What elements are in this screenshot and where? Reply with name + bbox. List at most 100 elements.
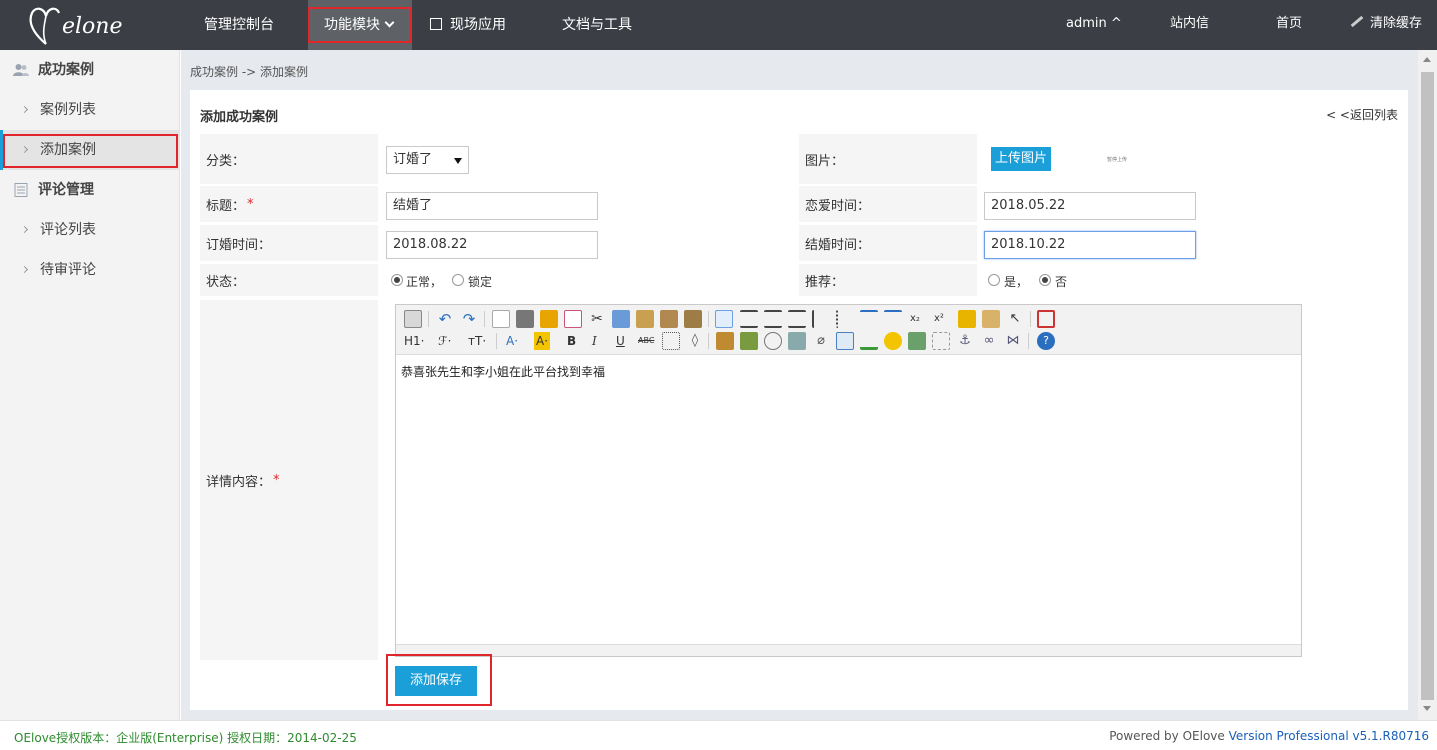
attachment-icon[interactable]: ⌀ xyxy=(812,332,830,350)
license-info: OElove授权版本：企业版(Enterprise) 授权日期：2014-02-… xyxy=(14,731,357,745)
align-right-icon[interactable] xyxy=(764,310,782,328)
link-icon[interactable]: ∞ xyxy=(980,332,998,350)
fullscreen-icon[interactable] xyxy=(1037,310,1055,328)
strikethrough-icon[interactable]: ABC xyxy=(638,332,654,350)
status-normal-radio[interactable] xyxy=(391,274,403,286)
page-scrollbar[interactable] xyxy=(1418,50,1437,720)
align-left-icon[interactable] xyxy=(715,310,733,328)
font-name-icon[interactable]: ℱ· xyxy=(438,332,451,350)
required-mark: * xyxy=(247,196,254,212)
border-icon[interactable] xyxy=(662,332,680,350)
pagebreak-icon[interactable] xyxy=(932,332,950,350)
undo-icon[interactable]: ↶ xyxy=(436,310,454,328)
font-color-icon[interactable]: A· xyxy=(506,332,518,350)
unordered-list-icon[interactable] xyxy=(836,310,854,328)
scrollbar-thumb[interactable] xyxy=(1421,72,1434,700)
clear-cache-link[interactable]: 清除缓存 xyxy=(1350,0,1422,50)
help-icon[interactable]: ? xyxy=(1037,332,1055,350)
media-icon[interactable] xyxy=(788,332,806,350)
editor-resize-bar[interactable] xyxy=(396,644,1301,656)
bold-icon[interactable]: B xyxy=(567,332,576,350)
logo[interactable]: elone xyxy=(26,4,126,48)
ordered-list-icon[interactable] xyxy=(812,310,830,328)
toolbar-separator xyxy=(428,311,429,327)
dropdown-triangle-icon xyxy=(454,158,462,164)
status-locked-radio[interactable] xyxy=(452,274,464,286)
user-menu[interactable]: admin ^ xyxy=(1066,0,1122,50)
outdent-icon[interactable] xyxy=(884,310,902,328)
map-icon[interactable] xyxy=(908,332,926,350)
status-label-text: 状态： xyxy=(206,274,246,290)
home-link[interactable]: 首页 xyxy=(1276,0,1302,50)
required-mark: * xyxy=(273,472,280,488)
align-justify-icon[interactable] xyxy=(788,310,806,328)
main-content: 成功案例 -> 添加案例 添加成功案例 < <返回列表 分类： 订婚了 图片： … xyxy=(181,50,1418,720)
preview-icon[interactable] xyxy=(492,310,510,328)
sidebar-item-pending-comments[interactable]: 待审评论 xyxy=(0,250,180,290)
messages-link[interactable]: 站内信 xyxy=(1170,0,1209,50)
sidebar-item-case-list[interactable]: 案例列表 xyxy=(0,90,180,130)
multi-image-icon[interactable] xyxy=(740,332,758,350)
emoticon-icon[interactable] xyxy=(884,332,902,350)
recommend-yes-radio[interactable] xyxy=(988,274,1000,286)
anchor-icon[interactable]: ⚓ xyxy=(956,332,974,350)
rich-text-editor[interactable]: ↶ ↷ ✂ x₂ x² ↖ H1· ℱ· тT· A· A· B I U ABC… xyxy=(395,304,1302,657)
nav-dashboard[interactable]: 管理控制台 xyxy=(190,0,290,50)
background-color-icon[interactable]: A· xyxy=(534,332,551,350)
template-icon[interactable] xyxy=(540,310,558,328)
source-icon[interactable] xyxy=(404,310,422,328)
code-icon[interactable] xyxy=(564,310,582,328)
nav-onsite[interactable]: 现场应用 xyxy=(428,0,528,50)
broom-icon xyxy=(1350,15,1364,28)
cut-icon[interactable]: ✂ xyxy=(588,310,606,328)
paste-icon[interactable] xyxy=(636,310,654,328)
flash-icon[interactable] xyxy=(764,332,782,350)
editor-content[interactable]: 恭喜张先生和李小姐在此平台找到幸福 xyxy=(401,363,605,380)
love-time-input[interactable]: 2018.05.22 xyxy=(984,192,1196,220)
superscript-icon[interactable]: x² xyxy=(934,310,944,328)
nav-docs-tools-label: 文档与工具 xyxy=(562,17,632,33)
wedding-time-input[interactable]: 2018.10.22 xyxy=(984,231,1196,259)
italic-icon[interactable]: I xyxy=(592,332,597,350)
powered-version[interactable]: Version Professional v5.1.R80716 xyxy=(1229,729,1429,743)
home-label: 首页 xyxy=(1276,16,1303,31)
indent-icon[interactable] xyxy=(860,310,878,328)
love-time-label-text: 恋爱时间： xyxy=(805,198,871,214)
font-size-icon[interactable]: тT· xyxy=(468,332,486,350)
hr-icon[interactable] xyxy=(860,332,878,350)
category-select[interactable]: 订婚了 xyxy=(386,146,469,174)
select-all-icon[interactable]: ↖ xyxy=(1006,310,1024,328)
toolbar-separator xyxy=(1028,333,1029,349)
chevron-right-icon xyxy=(20,105,29,114)
unlink-icon[interactable]: ⋈ xyxy=(1004,332,1022,350)
table-icon[interactable] xyxy=(836,332,854,350)
back-to-list-link[interactable]: < <返回列表 xyxy=(1326,106,1398,123)
sidebar-item-comment-list[interactable]: 评论列表 xyxy=(0,210,180,250)
scroll-down-icon[interactable] xyxy=(1423,706,1431,711)
wedding-time-label-text: 结婚时间： xyxy=(805,237,871,253)
eraser-icon[interactable]: ◊ xyxy=(686,332,704,350)
heart-logo-icon xyxy=(29,7,61,45)
subscript-icon[interactable]: x₂ xyxy=(910,310,920,328)
love-time-label: 恋爱时间： xyxy=(799,186,977,222)
copy-icon[interactable] xyxy=(612,310,630,328)
user-menu-label: admin ^ xyxy=(1066,16,1122,31)
paste-word-icon[interactable] xyxy=(684,310,702,328)
insert-image-icon[interactable] xyxy=(716,332,734,350)
clear-format-icon[interactable] xyxy=(958,310,976,328)
recommend-no-radio[interactable] xyxy=(1039,274,1051,286)
underline-icon[interactable]: U xyxy=(616,332,625,350)
nav-docs-tools[interactable]: 文档与工具 xyxy=(562,0,662,50)
paste-text-icon[interactable] xyxy=(660,310,678,328)
engage-time-input[interactable]: 2018.08.22 xyxy=(386,231,598,259)
title-label: 标题： * xyxy=(200,186,378,222)
upload-image-button[interactable]: 上传图片 xyxy=(991,147,1051,171)
heading-icon[interactable]: H1· xyxy=(404,332,424,350)
scroll-up-icon[interactable] xyxy=(1423,57,1431,62)
redo-icon[interactable]: ↷ xyxy=(460,310,478,328)
quick-format-icon[interactable] xyxy=(982,310,1000,328)
print-icon[interactable] xyxy=(516,310,534,328)
toolbar-separator xyxy=(1030,311,1031,327)
title-input[interactable]: 结婚了 xyxy=(386,192,598,220)
align-center-icon[interactable] xyxy=(740,310,758,328)
